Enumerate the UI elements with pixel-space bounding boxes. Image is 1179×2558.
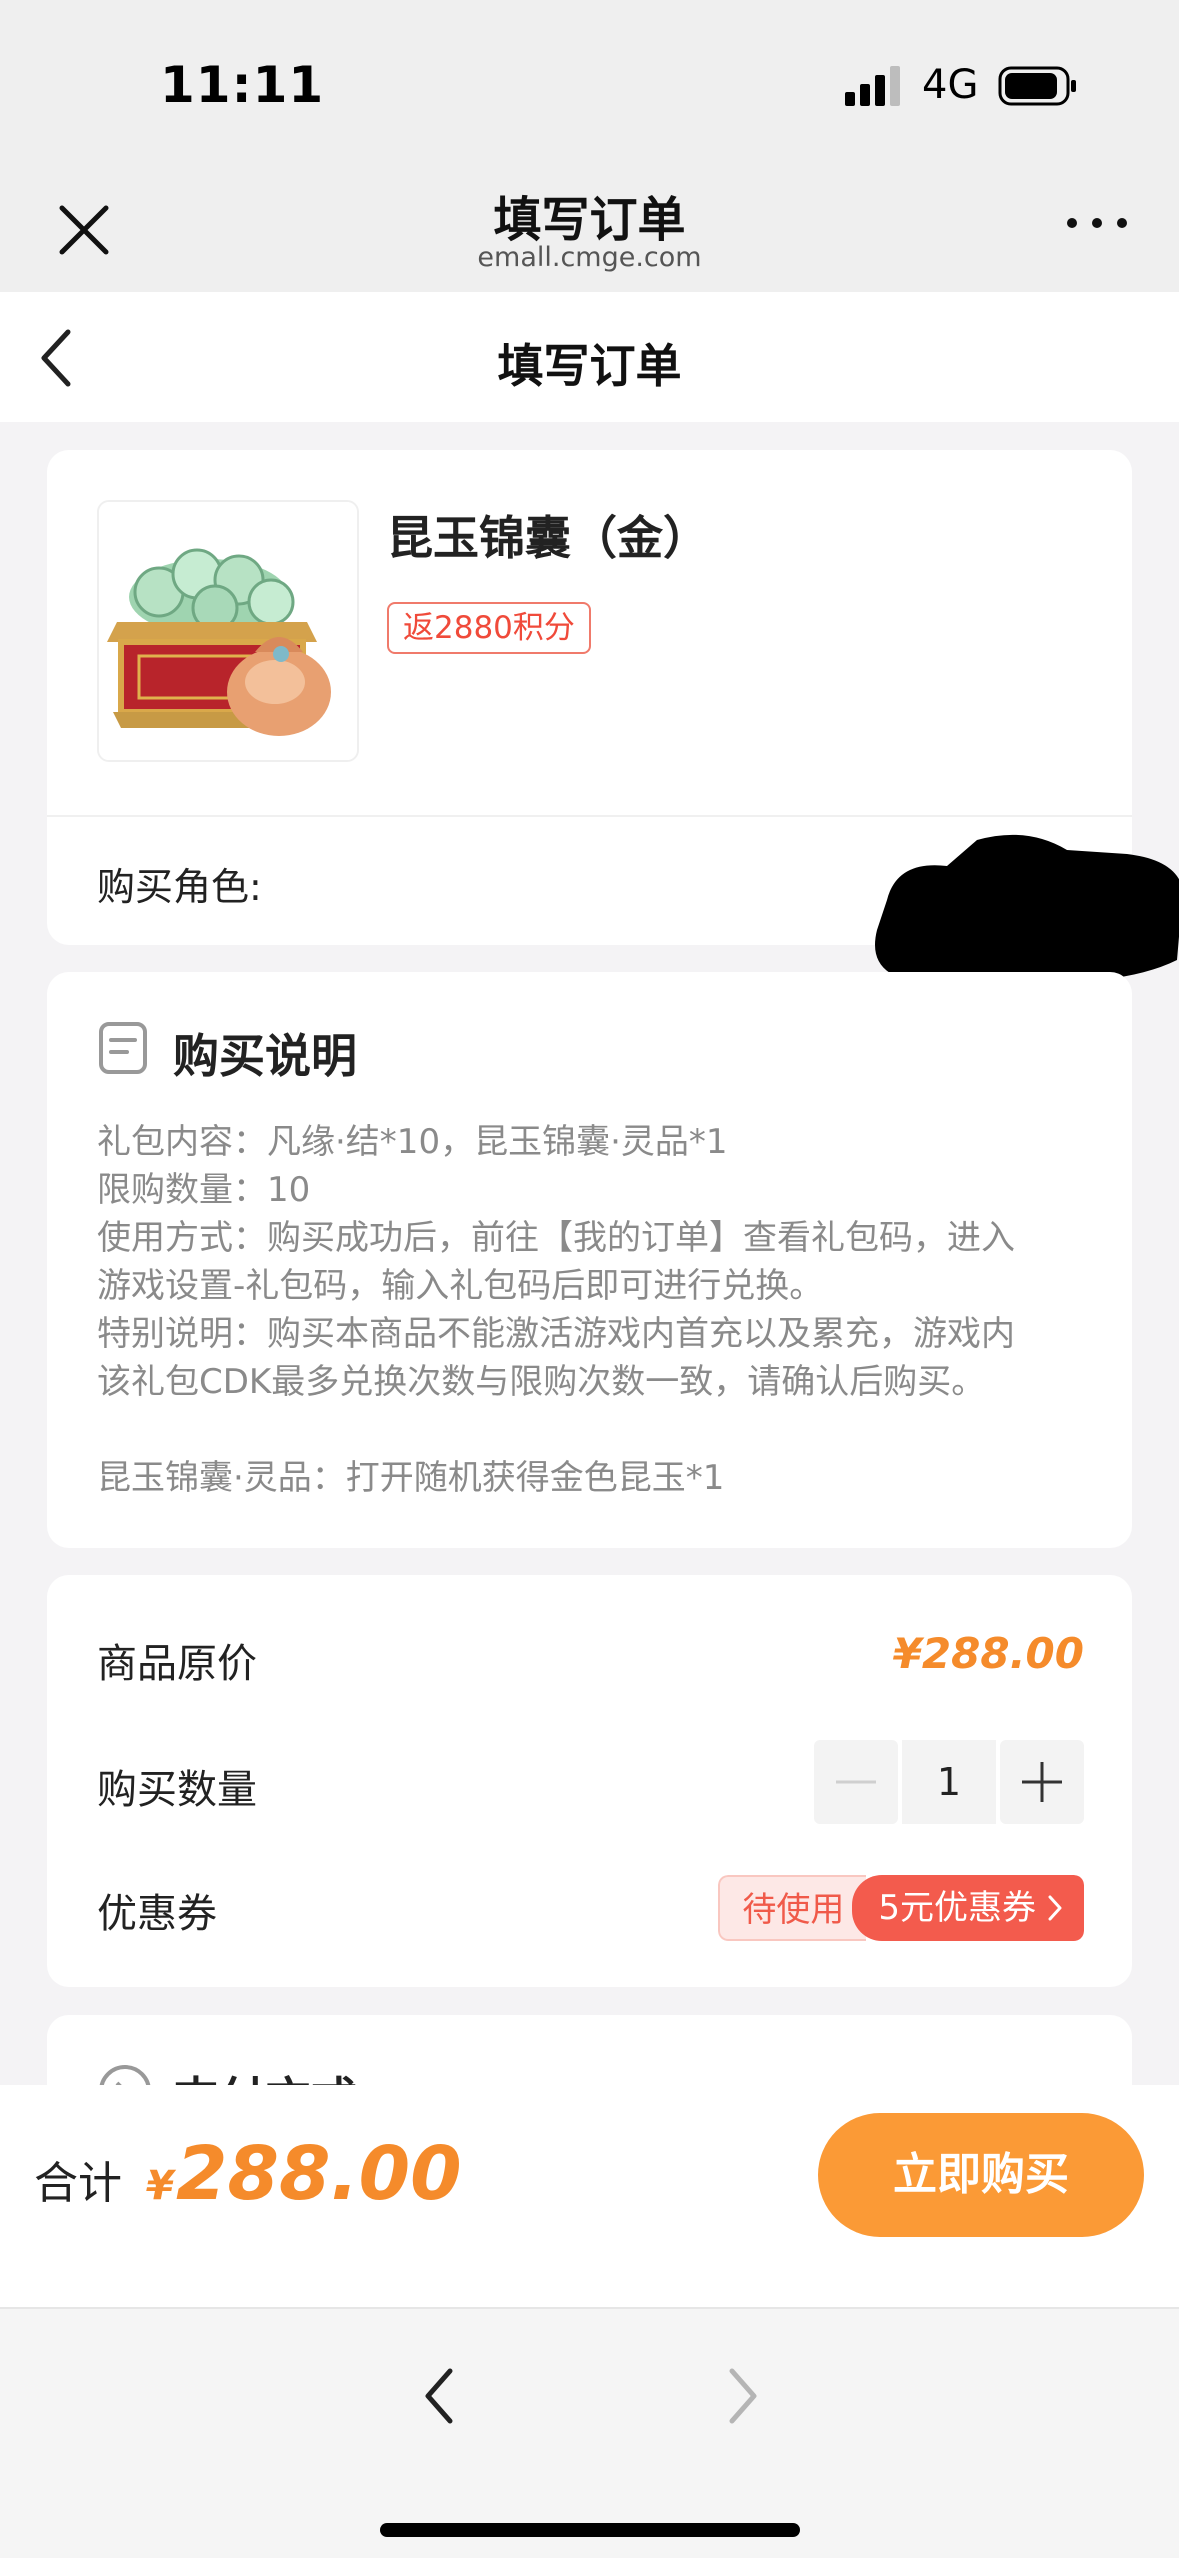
redaction-mark [875,834,1179,983]
status-bar: 11:11 4G [0,0,1179,160]
notes-line: 特别说明：购买本商品不能激活游戏内首充以及累充，游戏内 [97,1314,1015,1354]
status-time: 11:11 [160,56,325,114]
browser-toolbar [0,2307,1179,2558]
more-icon[interactable] [1062,208,1132,238]
product-name: 昆玉锦囊（金） [387,511,709,565]
purchase-notes-title: 购买说明 [173,1029,357,1083]
page-navbar: 填写订单 [0,292,1179,422]
webview-title: 填写订单 [493,192,686,248]
treasure-box-image [99,502,357,760]
notes-line: 使用方式：购买成功后，前往【我的订单】查看礼包码，进入 [97,1218,1015,1258]
notes-line: 礼包内容：凡缘·结*10，昆玉锦囊·灵品*1 [97,1122,728,1162]
coupon-name: 5元优惠券 [878,1888,1036,1928]
plus-icon [1022,1762,1062,1802]
browser-forward-icon[interactable] [722,2361,762,2431]
price-card: 商品原价 ¥288.00 购买数量 1 优惠券 待使用 5元优惠券 [47,1575,1132,1987]
total-currency: ¥ [146,2163,174,2209]
quantity-value[interactable]: 1 [902,1740,996,1824]
notes-line: 游戏设置-礼包码，输入礼包码后即可进行兑换。 [97,1266,824,1306]
coupon-label: 优惠券 [97,1891,217,1937]
notes-extra: 昆玉锦囊·灵品：打开随机获得金色昆玉*1 [97,1458,725,1498]
minus-icon [836,1780,876,1784]
notes-line: 该礼包CDK最多兑换次数与限购次数一致，请确认后购买。 [97,1362,986,1402]
battery-icon [998,66,1076,106]
webview-url: emall.cmge.com [477,242,702,273]
checkout-bar: 合计 ¥ 288.00 立即购买 [0,2085,1179,2307]
quantity-label: 购买数量 [97,1767,257,1813]
home-indicator [380,2523,800,2537]
coupon-selector[interactable]: 待使用 5元优惠券 [718,1875,1084,1941]
signal-icon [845,66,900,106]
purchase-notes-card: 购买说明 礼包内容：凡缘·结*10，昆玉锦囊·灵品*1 限购数量：10 使用方式… [47,972,1132,1548]
original-price-value: ¥288.00 [892,1629,1084,1678]
notes-line: 限购数量：10 [97,1170,311,1210]
browser-back-icon[interactable] [420,2361,460,2431]
network-type: 4G [922,62,979,108]
coupon-name-chip[interactable]: 5元优惠券 [852,1875,1084,1941]
webview-header: 填写订单 emall.cmge.com [0,160,1179,292]
buy-now-button[interactable]: 立即购买 [818,2113,1144,2237]
quantity-stepper: 1 [814,1740,1084,1824]
purchase-notes-text: 礼包内容：凡缘·结*10，昆玉锦囊·灵品*1 限购数量：10 使用方式：购买成功… [97,1118,1097,1502]
decrease-button[interactable] [814,1740,898,1824]
increase-button[interactable] [1000,1740,1084,1824]
product-image[interactable] [97,500,359,762]
chevron-right-icon [1048,1895,1062,1921]
original-price-label: 商品原价 [97,1641,257,1687]
total-label: 合计 [34,2158,122,2209]
total-amount: 288.00 [176,2131,462,2217]
document-icon [99,1022,147,1074]
product-card: 昆玉锦囊（金） 返2880积分 购买角色: [47,450,1179,983]
coupon-status: 待使用 [718,1875,867,1941]
role-label: 购买角色: [97,865,262,909]
points-badge: 返2880积分 [387,602,591,654]
page-title: 填写订单 [497,339,682,393]
